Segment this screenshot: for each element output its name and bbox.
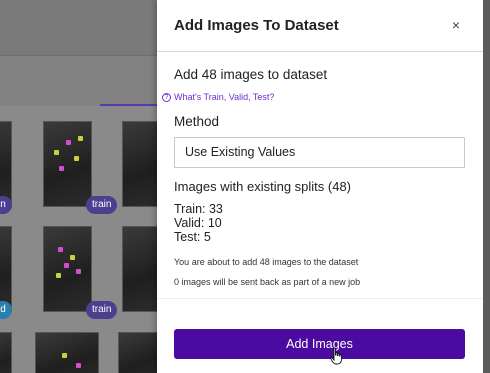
help-link[interactable]: ? What's Train, Valid, Test? (162, 92, 274, 102)
image-thumbnail[interactable] (35, 332, 99, 373)
add-images-modal: Add Images To Dataset × Add 48 images to… (157, 0, 483, 373)
split-tag: train (86, 301, 118, 319)
split-tag: id (0, 301, 12, 319)
help-circle-icon: ? (162, 92, 171, 102)
footer-divider (157, 298, 483, 299)
modal-title: Add Images To Dataset (174, 17, 339, 34)
splits-heading: Images with existing splits (48) (174, 179, 352, 194)
split-test-count: Test: 5 (174, 230, 211, 244)
method-label: Method (174, 114, 220, 129)
split-tag: train (86, 196, 118, 214)
sent-back-note: 0 images will be sent back as part of a … (174, 277, 361, 287)
split-tag: in (0, 196, 12, 214)
right-gutter (483, 0, 490, 373)
help-link-label: What's Train, Valid, Test? (174, 92, 275, 102)
image-thumbnail[interactable] (43, 226, 92, 312)
method-select[interactable]: Use Existing Values (174, 137, 465, 168)
hand-pointer-icon (330, 347, 342, 365)
image-thumbnail[interactable] (0, 121, 12, 207)
image-thumbnail[interactable] (0, 226, 12, 312)
split-train-count: Train: 33 (174, 202, 223, 216)
background-active-tab-indicator (100, 104, 160, 106)
image-thumbnail[interactable] (0, 332, 12, 373)
image-thumbnail[interactable] (122, 226, 162, 312)
modal-header: Add Images To Dataset × (157, 0, 483, 52)
add-images-button[interactable]: Add Images (174, 329, 465, 359)
add-summary-note: You are about to add 48 images to the da… (174, 257, 359, 267)
image-thumbnail[interactable] (118, 332, 162, 373)
image-thumbnail[interactable] (43, 121, 92, 207)
add-count-text: Add 48 images to dataset (174, 67, 328, 82)
image-thumbnail[interactable] (122, 121, 162, 207)
split-valid-count: Valid: 10 (174, 216, 222, 230)
close-icon[interactable]: × (447, 16, 465, 34)
